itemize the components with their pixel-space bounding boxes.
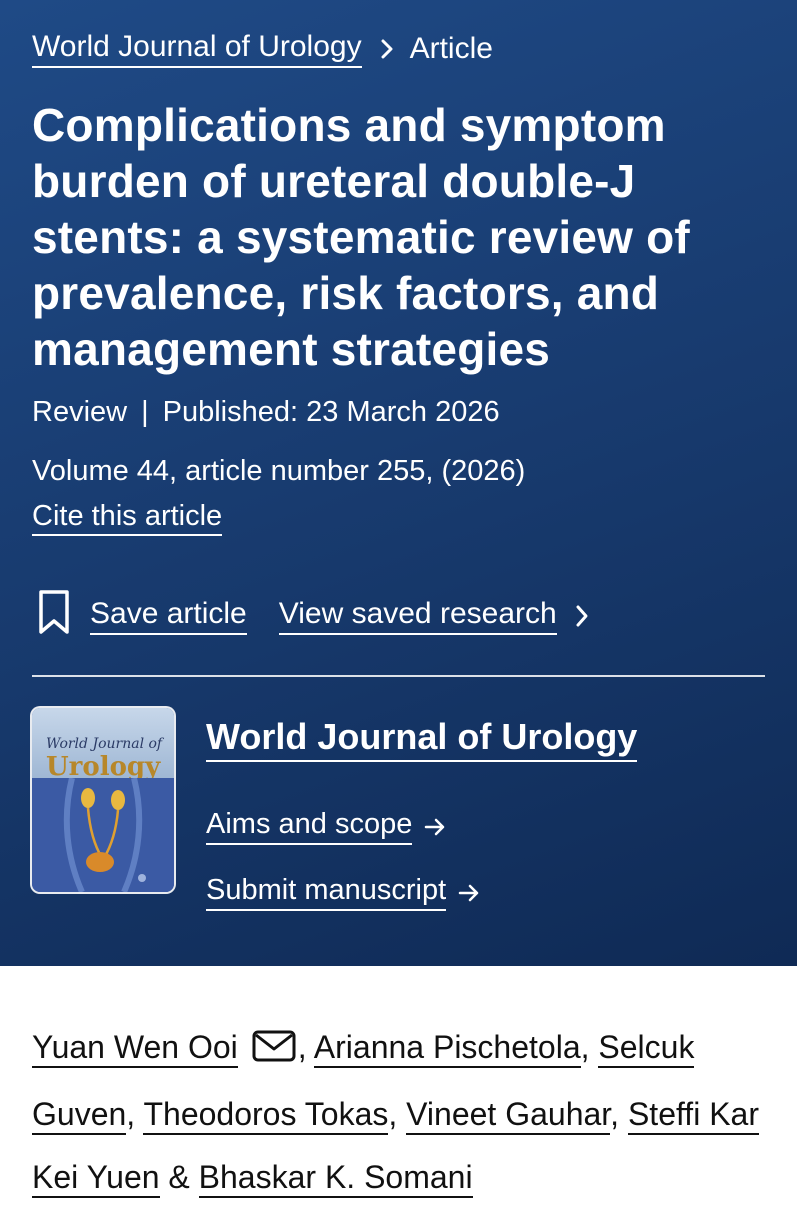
author-separator: , bbox=[388, 1096, 398, 1132]
author-link[interactable]: Yuan Wen Ooi bbox=[32, 1029, 238, 1068]
view-saved-research-link[interactable]: View saved research bbox=[278, 597, 557, 635]
chevron-right-icon bbox=[575, 604, 589, 628]
meta-separator: | bbox=[141, 396, 149, 428]
arrow-right-icon bbox=[458, 883, 480, 903]
aims-scope-label: Aims and scope bbox=[206, 808, 413, 845]
journal-name-link[interactable]: World Journal of Urology bbox=[206, 716, 638, 762]
author-separator: , bbox=[610, 1096, 620, 1132]
volume-info: Volume 44, article number 255, (2026) bbox=[32, 455, 526, 487]
divider bbox=[32, 675, 765, 677]
author-link[interactable]: Theodoros Tokas bbox=[143, 1096, 389, 1135]
author-separator: , bbox=[126, 1096, 136, 1132]
article-title: Complications and symptom burden of uret… bbox=[32, 99, 690, 375]
author-list: Yuan Wen Ooi, Arianna Pischetola, Selcuk… bbox=[32, 1016, 772, 1209]
arrow-right-icon bbox=[424, 817, 446, 837]
aims-scope-link[interactable]: Aims and scope bbox=[206, 808, 446, 845]
author-link[interactable]: Arianna Pischetola bbox=[313, 1029, 581, 1068]
author-link[interactable]: Bhaskar K. Somani bbox=[198, 1159, 473, 1198]
breadcrumb: World Journal of Urology Article bbox=[32, 30, 493, 68]
journal-cover-image[interactable]: World Journal of Urology bbox=[32, 708, 174, 892]
save-article-button[interactable]: Save article bbox=[90, 597, 247, 635]
cite-label: Cite this article bbox=[32, 500, 223, 536]
breadcrumb-current: Article bbox=[409, 32, 493, 65]
author-separator: , bbox=[580, 1029, 590, 1065]
bookmark-icon[interactable] bbox=[36, 588, 90, 644]
submit-manuscript-label: Submit manuscript bbox=[206, 874, 447, 911]
author-separator: , bbox=[297, 1029, 307, 1065]
chevron-right-icon bbox=[380, 38, 394, 60]
cite-link[interactable]: Cite this article bbox=[32, 500, 223, 536]
mail-icon[interactable] bbox=[252, 1020, 296, 1083]
article-meta: Review | Published: 23 March 2026 bbox=[32, 396, 500, 429]
cover-title-line1: World Journal of bbox=[46, 736, 163, 752]
publish-date: Published: 23 March 2026 bbox=[162, 396, 500, 428]
author-ampersand: & bbox=[168, 1159, 190, 1195]
article-type: Review bbox=[32, 396, 128, 428]
save-actions: Save article View saved research bbox=[36, 588, 589, 644]
article-header: World Journal of Urology Article Complic… bbox=[0, 0, 797, 966]
submit-manuscript-link[interactable]: Submit manuscript bbox=[206, 874, 480, 911]
breadcrumb-journal-link[interactable]: World Journal of Urology bbox=[32, 30, 362, 68]
author-link[interactable]: Vineet Gauhar bbox=[406, 1096, 611, 1135]
